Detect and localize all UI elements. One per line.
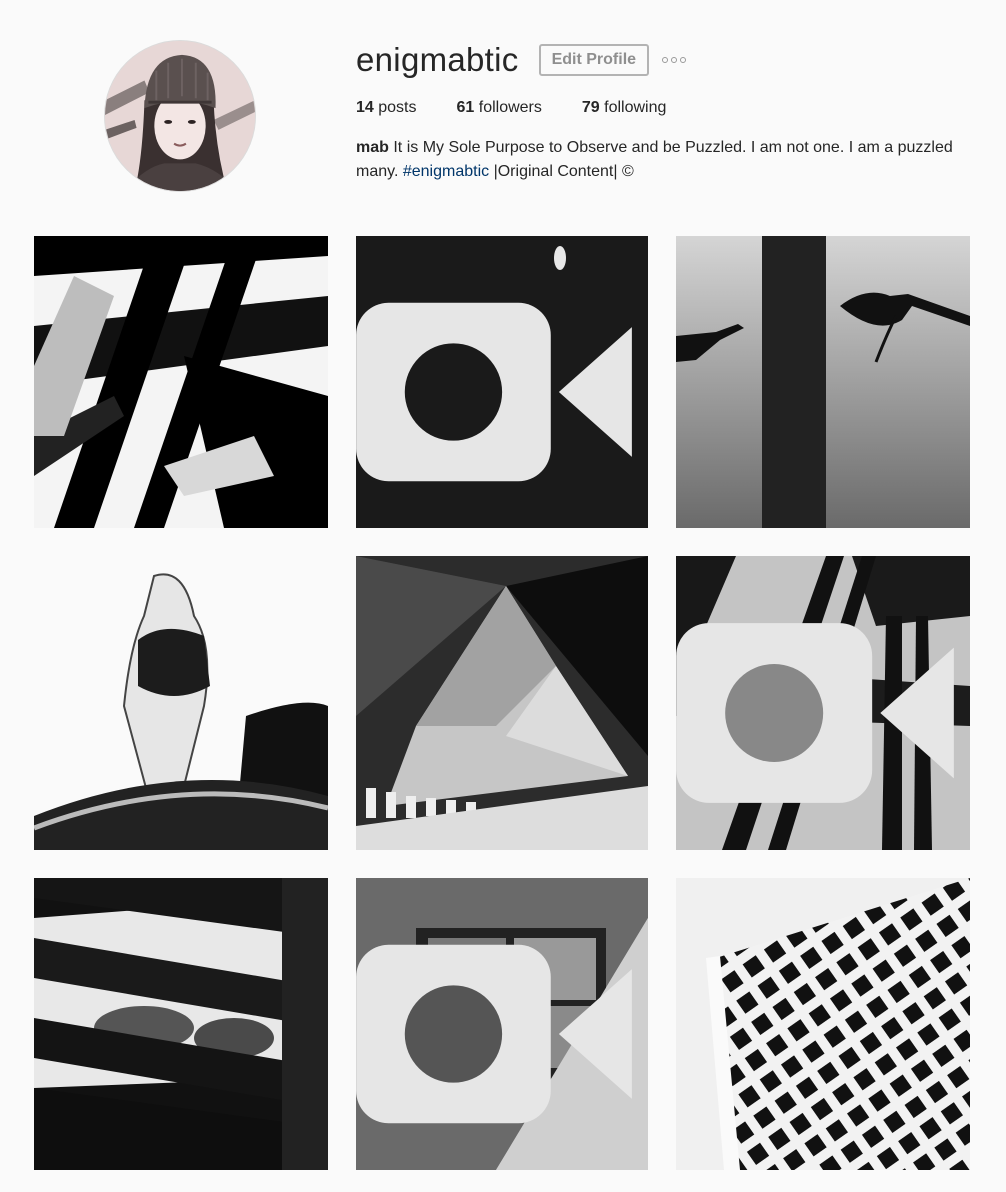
followers-label: followers bbox=[478, 99, 542, 116]
post-thumbnail[interactable] bbox=[34, 878, 328, 1170]
avatar[interactable] bbox=[104, 40, 256, 192]
followers-count: 61 bbox=[456, 99, 475, 116]
bio: mab It is My Sole Purpose to Observe and… bbox=[356, 136, 956, 184]
bio-suffix: |Original Content| © bbox=[493, 163, 634, 180]
profile-stats: 14 posts 61 followers 79 following bbox=[356, 99, 976, 117]
bio-hashtag-link[interactable]: #enigmabtic bbox=[403, 163, 489, 180]
following-stat[interactable]: 79 following bbox=[582, 99, 667, 117]
video-camera-icon bbox=[356, 302, 632, 482]
posts-stat[interactable]: 14 posts bbox=[356, 99, 417, 117]
username: enigmabtic bbox=[356, 41, 519, 78]
posts-count: 14 bbox=[356, 99, 374, 116]
title-row: enigmabtic Edit Profile bbox=[356, 40, 976, 80]
post-image bbox=[676, 878, 970, 1170]
post-thumbnail[interactable] bbox=[676, 878, 970, 1170]
post-thumbnail[interactable] bbox=[356, 878, 648, 1170]
video-camera-icon bbox=[676, 623, 954, 803]
following-label: following bbox=[604, 99, 667, 116]
post-thumbnail[interactable] bbox=[34, 556, 328, 850]
more-options-icon[interactable] bbox=[662, 50, 687, 70]
post-thumbnail[interactable] bbox=[676, 236, 970, 528]
post-thumbnail[interactable] bbox=[356, 556, 648, 850]
posts-label: posts bbox=[378, 99, 417, 116]
post-thumbnail[interactable] bbox=[676, 556, 970, 850]
profile-page: enigmabtic Edit Profile 14 posts 61 foll… bbox=[0, 0, 1006, 1192]
followers-stat[interactable]: 61 followers bbox=[457, 99, 542, 117]
post-image bbox=[676, 236, 970, 528]
bio-name: mab bbox=[356, 139, 389, 156]
post-thumbnail[interactable] bbox=[356, 236, 648, 528]
post-image bbox=[34, 556, 328, 850]
avatar-photo bbox=[105, 41, 255, 191]
post-thumbnail[interactable] bbox=[34, 236, 328, 528]
edit-profile-button[interactable]: Edit Profile bbox=[538, 44, 650, 76]
video-camera-icon bbox=[356, 944, 632, 1124]
profile-info: enigmabtic Edit Profile 14 posts 61 foll… bbox=[356, 40, 976, 184]
post-image bbox=[356, 556, 648, 850]
post-image bbox=[34, 878, 328, 1170]
following-count: 79 bbox=[581, 99, 600, 116]
post-image bbox=[34, 236, 328, 528]
